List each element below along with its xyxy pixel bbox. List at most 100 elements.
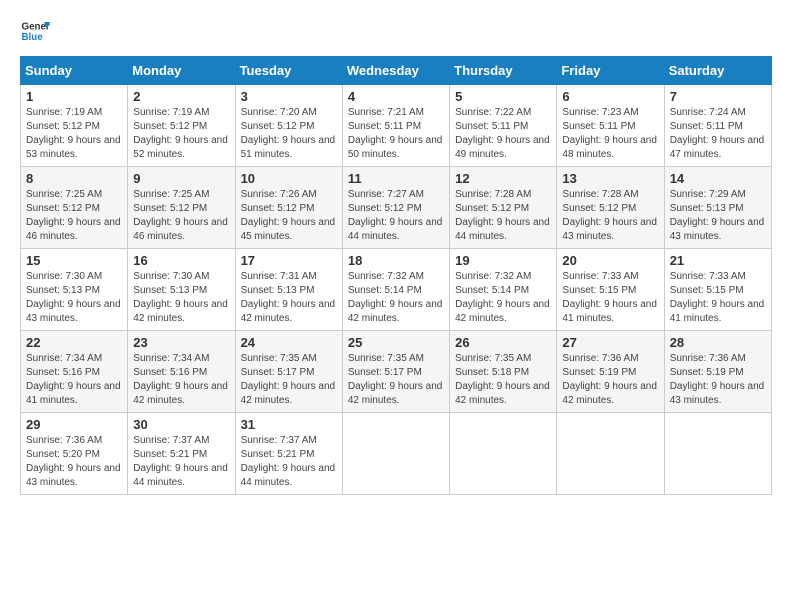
day-info: Sunrise: 7:28 AMSunset: 5:12 PMDaylight:… bbox=[455, 189, 550, 242]
calendar-cell: 19 Sunrise: 7:32 AMSunset: 5:14 PMDaylig… bbox=[450, 249, 557, 331]
calendar-cell: 11 Sunrise: 7:27 AMSunset: 5:12 PMDaylig… bbox=[342, 167, 449, 249]
day-info: Sunrise: 7:26 AMSunset: 5:12 PMDaylight:… bbox=[241, 189, 336, 242]
day-info: Sunrise: 7:27 AMSunset: 5:12 PMDaylight:… bbox=[348, 189, 443, 242]
calendar-cell: 2 Sunrise: 7:19 AMSunset: 5:12 PMDayligh… bbox=[128, 85, 235, 167]
weekday-header-wednesday: Wednesday bbox=[342, 57, 449, 85]
calendar-cell: 13 Sunrise: 7:28 AMSunset: 5:12 PMDaylig… bbox=[557, 167, 664, 249]
calendar-cell: 25 Sunrise: 7:35 AMSunset: 5:17 PMDaylig… bbox=[342, 331, 449, 413]
day-info: Sunrise: 7:33 AMSunset: 5:15 PMDaylight:… bbox=[670, 271, 765, 324]
day-info: Sunrise: 7:37 AMSunset: 5:21 PMDaylight:… bbox=[133, 435, 228, 488]
calendar-week-row: 29 Sunrise: 7:36 AMSunset: 5:20 PMDaylig… bbox=[21, 413, 772, 495]
day-number: 25 bbox=[348, 335, 444, 350]
calendar-cell: 16 Sunrise: 7:30 AMSunset: 5:13 PMDaylig… bbox=[128, 249, 235, 331]
day-info: Sunrise: 7:22 AMSunset: 5:11 PMDaylight:… bbox=[455, 107, 550, 160]
day-info: Sunrise: 7:32 AMSunset: 5:14 PMDaylight:… bbox=[455, 271, 550, 324]
calendar-table: SundayMondayTuesdayWednesdayThursdayFrid… bbox=[20, 56, 772, 495]
day-number: 31 bbox=[241, 417, 337, 432]
calendar-cell: 30 Sunrise: 7:37 AMSunset: 5:21 PMDaylig… bbox=[128, 413, 235, 495]
calendar-cell: 21 Sunrise: 7:33 AMSunset: 5:15 PMDaylig… bbox=[664, 249, 771, 331]
day-number: 12 bbox=[455, 171, 551, 186]
day-number: 10 bbox=[241, 171, 337, 186]
calendar-cell bbox=[557, 413, 664, 495]
day-info: Sunrise: 7:36 AMSunset: 5:19 PMDaylight:… bbox=[562, 353, 657, 406]
day-number: 6 bbox=[562, 89, 658, 104]
calendar-cell: 5 Sunrise: 7:22 AMSunset: 5:11 PMDayligh… bbox=[450, 85, 557, 167]
calendar-cell: 28 Sunrise: 7:36 AMSunset: 5:19 PMDaylig… bbox=[664, 331, 771, 413]
day-info: Sunrise: 7:30 AMSunset: 5:13 PMDaylight:… bbox=[26, 271, 121, 324]
calendar-cell bbox=[342, 413, 449, 495]
svg-text:Blue: Blue bbox=[22, 32, 44, 43]
calendar-cell: 3 Sunrise: 7:20 AMSunset: 5:12 PMDayligh… bbox=[235, 85, 342, 167]
day-info: Sunrise: 7:36 AMSunset: 5:20 PMDaylight:… bbox=[26, 435, 121, 488]
day-info: Sunrise: 7:30 AMSunset: 5:13 PMDaylight:… bbox=[133, 271, 228, 324]
day-info: Sunrise: 7:23 AMSunset: 5:11 PMDaylight:… bbox=[562, 107, 657, 160]
day-number: 4 bbox=[348, 89, 444, 104]
calendar-cell: 17 Sunrise: 7:31 AMSunset: 5:13 PMDaylig… bbox=[235, 249, 342, 331]
calendar-cell: 22 Sunrise: 7:34 AMSunset: 5:16 PMDaylig… bbox=[21, 331, 128, 413]
day-number: 8 bbox=[26, 171, 122, 186]
day-info: Sunrise: 7:31 AMSunset: 5:13 PMDaylight:… bbox=[241, 271, 336, 324]
day-number: 19 bbox=[455, 253, 551, 268]
day-number: 7 bbox=[670, 89, 766, 104]
day-info: Sunrise: 7:19 AMSunset: 5:12 PMDaylight:… bbox=[26, 107, 121, 160]
calendar-cell: 10 Sunrise: 7:26 AMSunset: 5:12 PMDaylig… bbox=[235, 167, 342, 249]
day-info: Sunrise: 7:35 AMSunset: 5:18 PMDaylight:… bbox=[455, 353, 550, 406]
day-info: Sunrise: 7:20 AMSunset: 5:12 PMDaylight:… bbox=[241, 107, 336, 160]
day-number: 3 bbox=[241, 89, 337, 104]
day-info: Sunrise: 7:19 AMSunset: 5:12 PMDaylight:… bbox=[133, 107, 228, 160]
day-info: Sunrise: 7:37 AMSunset: 5:21 PMDaylight:… bbox=[241, 435, 336, 488]
day-info: Sunrise: 7:34 AMSunset: 5:16 PMDaylight:… bbox=[26, 353, 121, 406]
day-number: 1 bbox=[26, 89, 122, 104]
calendar-cell: 27 Sunrise: 7:36 AMSunset: 5:19 PMDaylig… bbox=[557, 331, 664, 413]
day-number: 23 bbox=[133, 335, 229, 350]
day-info: Sunrise: 7:33 AMSunset: 5:15 PMDaylight:… bbox=[562, 271, 657, 324]
weekday-header-row: SundayMondayTuesdayWednesdayThursdayFrid… bbox=[21, 57, 772, 85]
day-number: 30 bbox=[133, 417, 229, 432]
calendar-week-row: 8 Sunrise: 7:25 AMSunset: 5:12 PMDayligh… bbox=[21, 167, 772, 249]
day-info: Sunrise: 7:32 AMSunset: 5:14 PMDaylight:… bbox=[348, 271, 443, 324]
day-number: 22 bbox=[26, 335, 122, 350]
day-info: Sunrise: 7:21 AMSunset: 5:11 PMDaylight:… bbox=[348, 107, 443, 160]
day-info: Sunrise: 7:28 AMSunset: 5:12 PMDaylight:… bbox=[562, 189, 657, 242]
day-info: Sunrise: 7:29 AMSunset: 5:13 PMDaylight:… bbox=[670, 189, 765, 242]
day-info: Sunrise: 7:34 AMSunset: 5:16 PMDaylight:… bbox=[133, 353, 228, 406]
day-number: 20 bbox=[562, 253, 658, 268]
day-info: Sunrise: 7:35 AMSunset: 5:17 PMDaylight:… bbox=[241, 353, 336, 406]
day-number: 28 bbox=[670, 335, 766, 350]
calendar-cell: 15 Sunrise: 7:30 AMSunset: 5:13 PMDaylig… bbox=[21, 249, 128, 331]
day-number: 13 bbox=[562, 171, 658, 186]
calendar-cell: 20 Sunrise: 7:33 AMSunset: 5:15 PMDaylig… bbox=[557, 249, 664, 331]
day-number: 18 bbox=[348, 253, 444, 268]
weekday-header-monday: Monday bbox=[128, 57, 235, 85]
calendar-cell: 8 Sunrise: 7:25 AMSunset: 5:12 PMDayligh… bbox=[21, 167, 128, 249]
day-number: 14 bbox=[670, 171, 766, 186]
calendar-cell: 4 Sunrise: 7:21 AMSunset: 5:11 PMDayligh… bbox=[342, 85, 449, 167]
calendar-week-row: 22 Sunrise: 7:34 AMSunset: 5:16 PMDaylig… bbox=[21, 331, 772, 413]
day-info: Sunrise: 7:25 AMSunset: 5:12 PMDaylight:… bbox=[26, 189, 121, 242]
weekday-header-thursday: Thursday bbox=[450, 57, 557, 85]
day-number: 9 bbox=[133, 171, 229, 186]
calendar-cell: 12 Sunrise: 7:28 AMSunset: 5:12 PMDaylig… bbox=[450, 167, 557, 249]
day-number: 17 bbox=[241, 253, 337, 268]
day-number: 15 bbox=[26, 253, 122, 268]
day-number: 16 bbox=[133, 253, 229, 268]
weekday-header-sunday: Sunday bbox=[21, 57, 128, 85]
day-number: 5 bbox=[455, 89, 551, 104]
calendar-cell: 18 Sunrise: 7:32 AMSunset: 5:14 PMDaylig… bbox=[342, 249, 449, 331]
calendar-cell: 1 Sunrise: 7:19 AMSunset: 5:12 PMDayligh… bbox=[21, 85, 128, 167]
calendar-cell bbox=[450, 413, 557, 495]
day-info: Sunrise: 7:35 AMSunset: 5:17 PMDaylight:… bbox=[348, 353, 443, 406]
day-info: Sunrise: 7:25 AMSunset: 5:12 PMDaylight:… bbox=[133, 189, 228, 242]
calendar-cell bbox=[664, 413, 771, 495]
calendar-cell: 26 Sunrise: 7:35 AMSunset: 5:18 PMDaylig… bbox=[450, 331, 557, 413]
calendar-cell: 24 Sunrise: 7:35 AMSunset: 5:17 PMDaylig… bbox=[235, 331, 342, 413]
logo-icon: General Blue bbox=[20, 16, 50, 46]
day-number: 24 bbox=[241, 335, 337, 350]
calendar-cell: 23 Sunrise: 7:34 AMSunset: 5:16 PMDaylig… bbox=[128, 331, 235, 413]
calendar-cell: 6 Sunrise: 7:23 AMSunset: 5:11 PMDayligh… bbox=[557, 85, 664, 167]
calendar-cell: 31 Sunrise: 7:37 AMSunset: 5:21 PMDaylig… bbox=[235, 413, 342, 495]
header: General Blue bbox=[20, 16, 772, 46]
day-number: 2 bbox=[133, 89, 229, 104]
day-info: Sunrise: 7:36 AMSunset: 5:19 PMDaylight:… bbox=[670, 353, 765, 406]
day-number: 11 bbox=[348, 171, 444, 186]
